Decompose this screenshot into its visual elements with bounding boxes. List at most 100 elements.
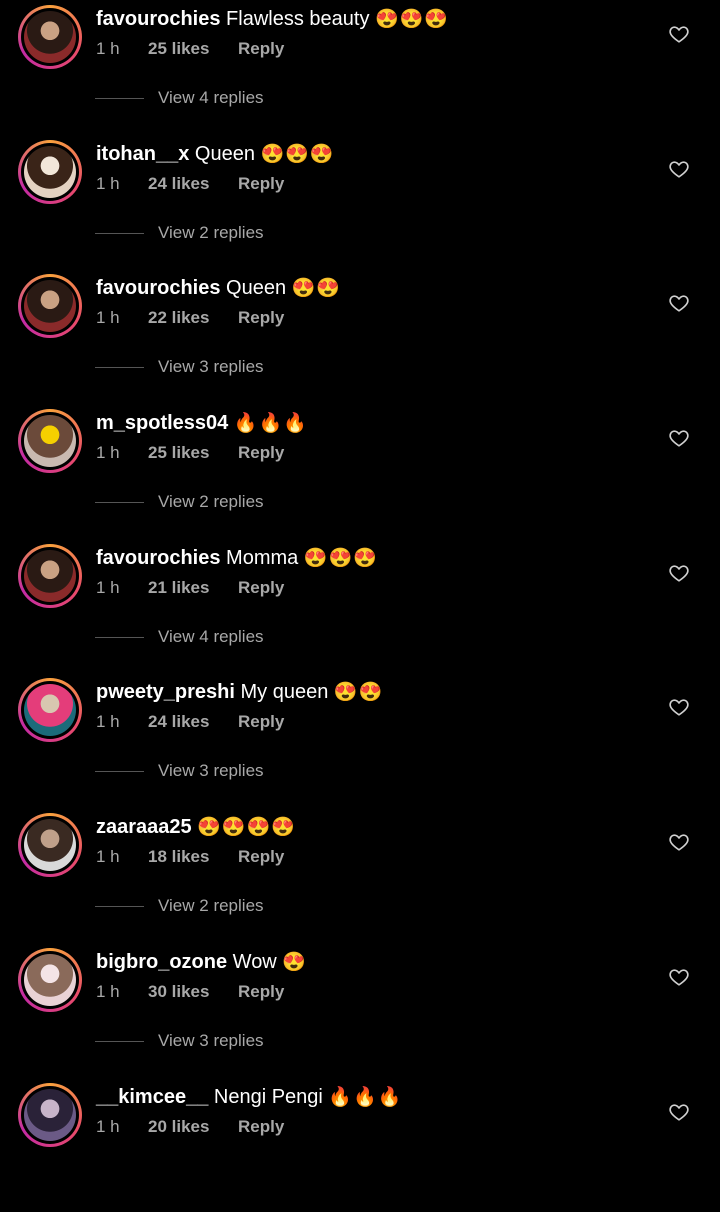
view-replies-label[interactable]: View 3 replies	[158, 1031, 264, 1050]
heart-icon[interactable]	[668, 831, 690, 853]
likes-count[interactable]: 25 likes	[148, 442, 238, 464]
emoji-text: 😍😍	[292, 278, 341, 299]
view-replies-label[interactable]: View 3 replies	[158, 357, 264, 376]
likes-count[interactable]: 20 likes	[148, 1116, 238, 1138]
timestamp: 1 h	[96, 846, 148, 868]
heart-icon[interactable]	[668, 1101, 690, 1123]
username-link[interactable]: favourochies	[96, 277, 220, 299]
heart-icon[interactable]	[668, 23, 690, 45]
view-replies-label[interactable]: View 2 replies	[158, 896, 264, 915]
username-link[interactable]: itohan__x	[96, 143, 189, 165]
view-replies-button[interactable]: View 2 replies	[95, 896, 264, 916]
view-replies-button[interactable]: View 2 replies	[95, 223, 264, 243]
username-link[interactable]: bigbro_ozone	[96, 951, 227, 973]
timestamp: 1 h	[96, 38, 148, 60]
heart-icon[interactable]	[668, 562, 690, 584]
replies-divider	[95, 637, 144, 638]
heart-icon[interactable]	[668, 158, 690, 180]
profile-photo	[24, 954, 76, 1006]
view-replies-label[interactable]: View 2 replies	[158, 492, 264, 511]
comment-meta: 1 h18 likesReply	[96, 846, 284, 868]
avatar[interactable]	[18, 813, 82, 877]
comment-text: Queen	[195, 143, 255, 165]
reply-button[interactable]: Reply	[238, 712, 284, 731]
username-link[interactable]: favourochies	[96, 8, 220, 30]
comment-text: My queen	[241, 681, 329, 703]
comment-line: favourochies Flawless beauty 😍😍😍	[96, 6, 449, 33]
reply-button[interactable]: Reply	[238, 982, 284, 1001]
view-replies-label[interactable]: View 4 replies	[158, 88, 264, 107]
avatar[interactable]	[18, 274, 82, 338]
likes-count[interactable]: 22 likes	[148, 307, 238, 329]
emoji-text: 😍😍😍😍	[197, 817, 296, 838]
comment-row: m_spotless04 🔥🔥🔥1 h25 likesReplyView 2 r…	[0, 404, 720, 539]
comment-line: zaaraaa25 😍😍😍😍	[96, 814, 296, 841]
timestamp: 1 h	[96, 981, 148, 1003]
likes-count[interactable]: 24 likes	[148, 173, 238, 195]
username-link[interactable]: __kimcee__	[96, 1086, 208, 1108]
emoji-text: 😍😍	[334, 682, 383, 703]
view-replies-button[interactable]: View 4 replies	[95, 88, 264, 108]
comment-row: favourochies Flawless beauty 😍😍😍 1 h25 li…	[0, 0, 720, 135]
timestamp: 1 h	[96, 1116, 148, 1138]
view-replies-label[interactable]: View 2 replies	[158, 223, 264, 242]
comment-text: Nengi Pengi	[214, 1086, 323, 1108]
heart-icon[interactable]	[668, 966, 690, 988]
avatar[interactable]	[18, 409, 82, 473]
comment-meta: 1 h24 likesReply	[96, 173, 284, 195]
emoji-text: 😍😍😍	[261, 144, 335, 165]
username-link[interactable]: m_spotless04	[96, 412, 228, 434]
likes-count[interactable]: 25 likes	[148, 38, 238, 60]
comment-line: m_spotless04 🔥🔥🔥	[96, 410, 308, 437]
avatar[interactable]	[18, 140, 82, 204]
reply-button[interactable]: Reply	[238, 308, 284, 327]
view-replies-button[interactable]: View 3 replies	[95, 1031, 264, 1051]
profile-photo	[24, 684, 76, 736]
likes-count[interactable]: 24 likes	[148, 711, 238, 733]
avatar[interactable]	[18, 1083, 82, 1147]
likes-count[interactable]: 30 likes	[148, 981, 238, 1003]
reply-button[interactable]: Reply	[238, 174, 284, 193]
comment-meta: 1 h21 likesReply	[96, 577, 284, 599]
username-link[interactable]: zaaraaa25	[96, 816, 192, 838]
reply-button[interactable]: Reply	[238, 39, 284, 58]
reply-button[interactable]: Reply	[238, 443, 284, 462]
avatar[interactable]	[18, 678, 82, 742]
reply-button[interactable]: Reply	[238, 578, 284, 597]
avatar[interactable]	[18, 5, 82, 69]
profile-photo	[24, 1089, 76, 1141]
emoji-text: 😍😍😍	[304, 548, 378, 569]
view-replies-button[interactable]: View 3 replies	[95, 357, 264, 377]
avatar[interactable]	[18, 544, 82, 608]
avatar[interactable]	[18, 948, 82, 1012]
view-replies-label[interactable]: View 4 replies	[158, 627, 264, 646]
emoji-text: 😍😍😍	[375, 9, 449, 30]
replies-divider	[95, 906, 144, 907]
profile-photo	[24, 550, 76, 602]
username-link[interactable]: pweety_preshi	[96, 681, 235, 703]
view-replies-label[interactable]: View 3 replies	[158, 761, 264, 780]
comment-row: favourochies Momma 😍😍😍1 h21 likesReplyVi…	[0, 539, 720, 674]
reply-button[interactable]: Reply	[238, 1117, 284, 1136]
replies-divider	[95, 771, 144, 772]
replies-divider	[95, 98, 144, 99]
profile-photo	[24, 415, 76, 467]
view-replies-button[interactable]: View 3 replies	[95, 761, 264, 781]
likes-count[interactable]: 18 likes	[148, 846, 238, 868]
profile-photo	[24, 819, 76, 871]
username-link[interactable]: favourochies	[96, 547, 220, 569]
comment-line: favourochies Queen 😍😍	[96, 275, 341, 302]
profile-photo	[24, 280, 76, 332]
view-replies-button[interactable]: View 2 replies	[95, 492, 264, 512]
comment-meta: 1 h22 likesReply	[96, 307, 284, 329]
profile-photo	[24, 146, 76, 198]
view-replies-button[interactable]: View 4 replies	[95, 627, 264, 647]
heart-icon[interactable]	[668, 427, 690, 449]
replies-divider	[95, 502, 144, 503]
heart-icon[interactable]	[668, 292, 690, 314]
timestamp: 1 h	[96, 307, 148, 329]
heart-icon[interactable]	[668, 696, 690, 718]
likes-count[interactable]: 21 likes	[148, 577, 238, 599]
reply-button[interactable]: Reply	[238, 847, 284, 866]
comment-line: bigbro_ozone Wow 😍	[96, 949, 307, 976]
